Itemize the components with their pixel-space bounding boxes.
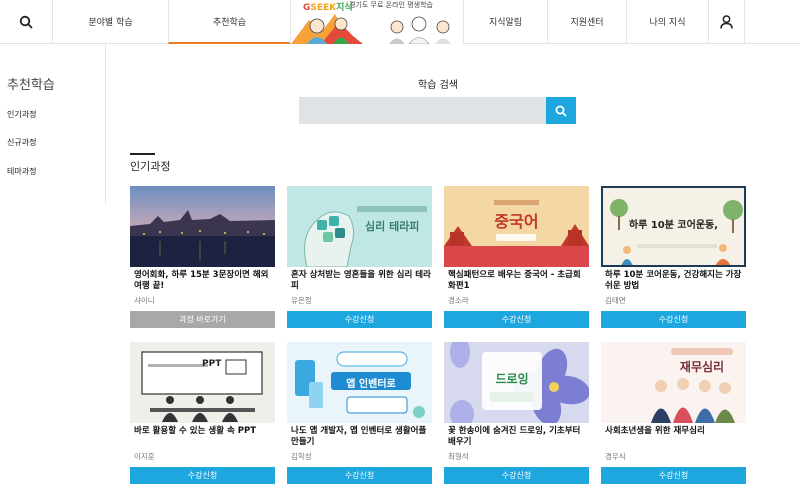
nav-item-label: 추천학습 — [212, 17, 247, 28]
course-author: 김학성 — [291, 452, 312, 461]
course-thumbnail[interactable]: 앱 인벤터로 — [287, 342, 432, 423]
enroll-button[interactable]: 수강신청 — [130, 467, 275, 484]
enroll-button[interactable]: 수강신청 — [444, 311, 589, 328]
search-input[interactable] — [299, 97, 546, 124]
course-thumbnail[interactable]: 중국어 — [444, 186, 589, 267]
thumbnail-label: 중국어 — [494, 212, 539, 231]
course-thumbnail[interactable]: 드로잉 — [444, 342, 589, 423]
user-icon — [720, 14, 733, 29]
nav-item-field-learning[interactable]: 분야별 학습 — [52, 0, 168, 43]
sidebar: 추천학습 인기과정 신규과정 테마과정 — [0, 44, 106, 204]
thumbnail-label: PPT — [202, 359, 222, 369]
search-icon — [555, 105, 567, 117]
course-thumbnail[interactable]: 심리 테라피 — [287, 186, 432, 267]
nav-item-label: 지원센터 — [570, 18, 604, 28]
nav-user-button[interactable] — [708, 0, 745, 43]
sidebar-item-new[interactable]: 신규과정 — [7, 137, 36, 148]
sidebar-item-theme[interactable]: 테마과정 — [7, 166, 36, 177]
search-button[interactable] — [546, 97, 576, 124]
course-author: 이지훈 — [134, 452, 155, 461]
course-thumbnail[interactable]: PPT — [130, 342, 275, 423]
course-title[interactable]: 나도 앱 개발자, 앱 인벤터로 생활어플 만들기 — [291, 426, 431, 448]
enroll-button[interactable]: 수강신청 — [601, 311, 746, 328]
enroll-button[interactable]: 수강신청 — [444, 467, 589, 484]
course-title[interactable]: 핵심패턴으로 배우는 중국어 - 초급회화편1 — [448, 270, 588, 292]
course-author: 경소라 — [448, 296, 469, 305]
nav-item-label: 분야별 학습 — [88, 18, 133, 28]
thumbnail-label: 하루 10분 코어운동, — [628, 220, 719, 231]
course-author: 유은정 — [291, 296, 312, 305]
nav-item-recommended[interactable]: 추천학습 — [168, 0, 290, 44]
section-title-bar — [130, 153, 155, 155]
enroll-button[interactable]: 수강신청 — [287, 311, 432, 328]
course-title[interactable]: 사회초년생을 위한 재무심리 — [605, 426, 745, 437]
course-title[interactable]: 영어회화, 하루 15분 3문장이면 해외여행 끝! — [134, 270, 274, 292]
nav-item-support[interactable]: 지원센터 — [547, 0, 626, 43]
course-title[interactable]: 하루 10분 코어운동, 건강해지는 가장 쉬운 방법 — [605, 270, 745, 292]
nav-item-label: 나의 지식 — [649, 18, 686, 28]
course-title[interactable]: 꽃 한송이에 숨겨진 드로잉, 기초부터 배우기 — [448, 426, 588, 448]
course-thumbnail[interactable]: 하루 10분 코어운동, — [601, 186, 746, 267]
course-author: 경우식 — [605, 452, 626, 461]
enroll-button[interactable]: 수강신청 — [601, 467, 746, 484]
course-author: 샤이니 — [134, 296, 155, 305]
section-title: 인기과정 — [130, 160, 171, 173]
course-title[interactable]: 혼자 상처받는 영혼들을 위한 심리 테라피 — [291, 270, 431, 292]
nav-search-button[interactable] — [0, 0, 52, 43]
nav-item-notice[interactable]: 지식알림 — [463, 0, 547, 43]
thumbnail-label: 심리 테라피 — [365, 220, 420, 233]
logo-illustration — [291, 14, 451, 44]
course-author: 최형석 — [448, 452, 469, 461]
course-thumbnail[interactable]: 재무심리 — [601, 342, 746, 423]
search-title: 학습 검색 — [418, 80, 458, 91]
thumbnail-label: 앱 인벤터로 — [346, 379, 396, 390]
course-thumbnail[interactable] — [130, 186, 275, 267]
go-to-course-button[interactable]: 과정 바로가기 — [130, 311, 275, 328]
sidebar-item-popular[interactable]: 인기과정 — [7, 109, 36, 120]
course-title[interactable]: 바로 활용할 수 있는 생활 속 PPT — [134, 426, 274, 437]
course-author: 김태연 — [605, 296, 626, 305]
nav-item-label: 지식알림 — [488, 18, 523, 28]
logo[interactable]: GSEEK지식 경기도 무료 온라인 평생학습 — [290, 0, 463, 44]
enroll-button[interactable]: 수강신청 — [287, 467, 432, 484]
thumbnail-label: 재무심리 — [679, 360, 725, 374]
search-icon — [19, 15, 33, 29]
nav-item-my-knowledge[interactable]: 나의 지식 — [626, 0, 708, 43]
thumbnail-label: 드로잉 — [495, 372, 529, 386]
top-navigation: 분야별 학습 추천학습 GSEEK지식 경기도 무료 온라인 평생학습 지식알림… — [0, 0, 800, 44]
